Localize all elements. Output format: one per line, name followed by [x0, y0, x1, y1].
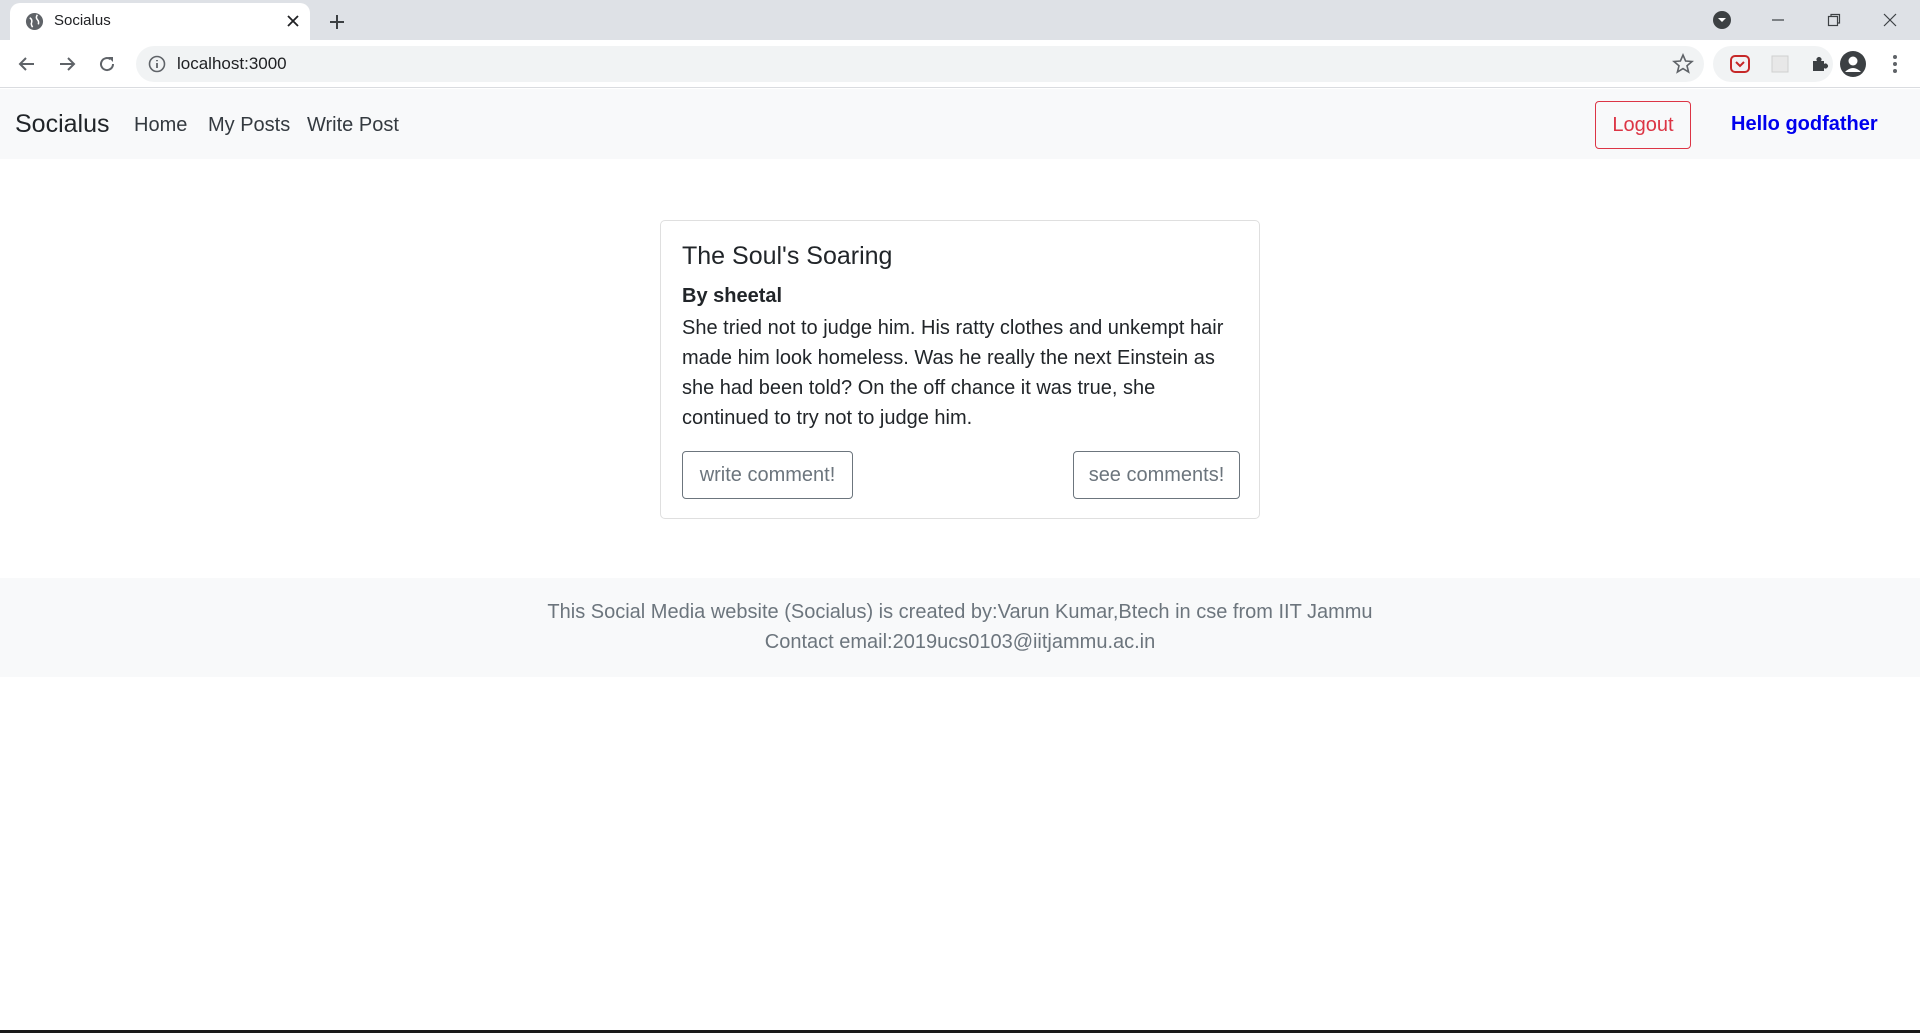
footer-credit: This Social Media website (Socialus) is …: [547, 601, 1373, 623]
post-body: She tried not to judge him. His ratty cl…: [682, 313, 1242, 433]
minimize-icon[interactable]: [1750, 0, 1806, 40]
nav-write-post[interactable]: Write Post: [307, 114, 399, 137]
user-greeting: Hello godfather: [1731, 113, 1878, 135]
post-title: The Soul's Soaring: [682, 242, 893, 270]
kebab-menu-icon[interactable]: [1880, 49, 1910, 79]
tab-search-icon[interactable]: [1694, 0, 1750, 40]
extensions-group: [1713, 46, 1833, 82]
reload-icon[interactable]: [92, 49, 122, 79]
see-comments-button[interactable]: see comments!: [1073, 451, 1240, 499]
globe-icon: [25, 12, 44, 31]
browser-toolbar: localhost:3000: [0, 40, 1920, 88]
footer-contact: Contact email:2019ucs0103@iitjammu.ac.in: [764, 631, 1156, 653]
browser-tab[interactable]: Socialus: [10, 3, 310, 40]
write-comment-button[interactable]: write comment!: [682, 451, 853, 499]
post-author: By sheetal: [682, 285, 783, 307]
post-body-line: continued to try not to judge him.: [682, 407, 973, 429]
site-footer: This Social Media website (Socialus) is …: [0, 578, 1920, 677]
info-icon[interactable]: [148, 55, 166, 73]
post-body-line: She tried not to judge him. His ratty cl…: [682, 317, 1224, 339]
extension-placeholder-icon[interactable]: [1769, 53, 1791, 75]
puzzle-icon[interactable]: [1809, 53, 1831, 75]
url-text: localhost:3000: [177, 54, 287, 73]
nav-home[interactable]: Home: [134, 114, 187, 137]
address-bar[interactable]: localhost:3000: [136, 46, 1704, 82]
site-navbar: Socialus Home My Posts Write Post Logout…: [0, 89, 1920, 159]
restore-icon[interactable]: [1806, 0, 1862, 40]
close-icon[interactable]: [282, 10, 304, 32]
plus-icon[interactable]: [323, 8, 351, 36]
post-body-line: made him look homeless. Was he really th…: [682, 347, 1215, 369]
pocket-extension-icon[interactable]: [1729, 53, 1751, 75]
post-body-line: she had been told? On the off chance it …: [682, 377, 1156, 399]
logout-button[interactable]: Logout: [1595, 101, 1691, 149]
site-brand[interactable]: Socialus: [15, 110, 110, 139]
post-card: The Soul's Soaring By sheetal She tried …: [660, 220, 1260, 519]
window-close-icon[interactable]: [1862, 0, 1918, 40]
back-arrow-icon[interactable]: [12, 49, 42, 79]
browser-tab-strip: Socialus: [0, 0, 1920, 40]
nav-my-posts[interactable]: My Posts: [208, 114, 290, 137]
star-icon[interactable]: [1672, 53, 1694, 75]
tab-title: Socialus: [54, 12, 111, 29]
forward-arrow-icon[interactable]: [52, 49, 82, 79]
account-icon[interactable]: [1838, 49, 1868, 79]
